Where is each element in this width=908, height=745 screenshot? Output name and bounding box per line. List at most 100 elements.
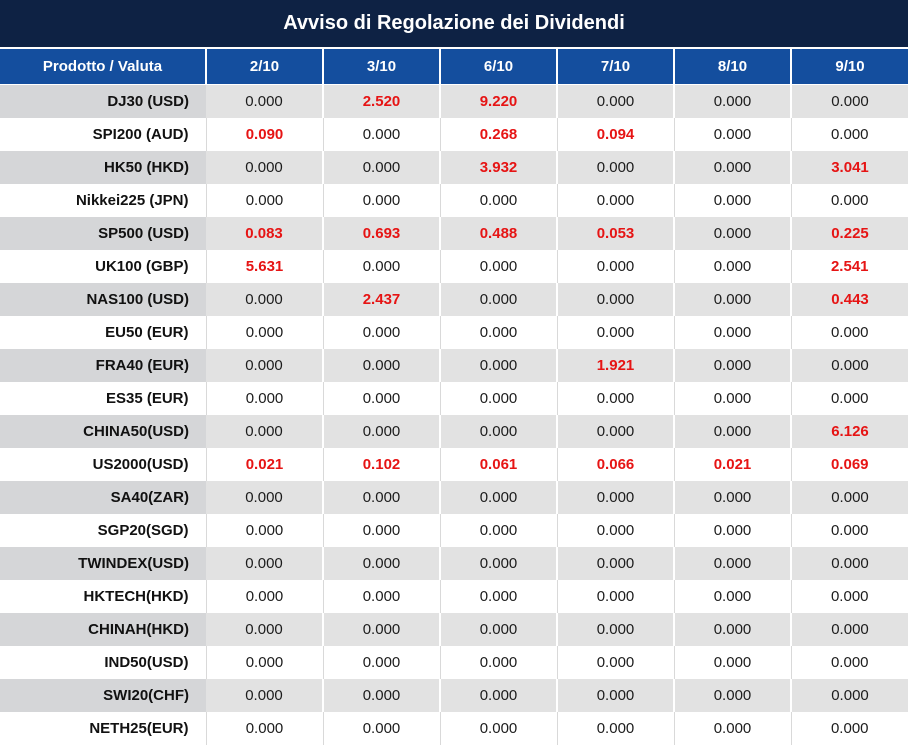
- dividend-value-cell: 0.000: [323, 118, 440, 151]
- dividend-value-cell: 0.000: [323, 646, 440, 679]
- dividend-value-cell: 0.000: [674, 283, 791, 316]
- dividend-value-cell: 0.000: [791, 184, 908, 217]
- dividend-value-cell: 0.000: [791, 481, 908, 514]
- table-row: SPI200 (AUD)0.0900.0000.2680.0940.0000.0…: [0, 118, 908, 151]
- dividend-value-cell: 1.921: [557, 349, 674, 382]
- date-column-header: 7/10: [557, 49, 674, 85]
- table-row: SP500 (USD)0.0830.6930.4880.0530.0000.22…: [0, 217, 908, 250]
- product-cell: SP500 (USD): [0, 217, 206, 250]
- dividend-value-cell: 0.000: [557, 613, 674, 646]
- dividend-value-cell: 0.000: [791, 613, 908, 646]
- dividend-value-cell: 0.000: [206, 679, 323, 712]
- dividend-value-cell: 0.000: [674, 316, 791, 349]
- dividend-value-cell: 0.000: [440, 184, 557, 217]
- dividend-value-cell: 3.932: [440, 151, 557, 184]
- dividend-value-cell: 0.000: [440, 679, 557, 712]
- dividend-value-cell: 0.021: [206, 448, 323, 481]
- dividend-value-cell: 2.541: [791, 250, 908, 283]
- dividend-value-cell: 0.000: [206, 316, 323, 349]
- dividend-value-cell: 0.000: [791, 646, 908, 679]
- table-row: TWINDEX(USD)0.0000.0000.0000.0000.0000.0…: [0, 547, 908, 580]
- dividend-value-cell: 0.000: [791, 118, 908, 151]
- dividend-value-cell: 0.000: [440, 415, 557, 448]
- product-cell: CHINAH(HKD): [0, 613, 206, 646]
- product-cell: TWINDEX(USD): [0, 547, 206, 580]
- dividend-value-cell: 9.220: [440, 85, 557, 119]
- dividend-value-cell: 0.000: [440, 250, 557, 283]
- dividend-value-cell: 0.000: [206, 580, 323, 613]
- dividend-value-cell: 0.000: [674, 580, 791, 613]
- dividend-value-cell: 0.000: [440, 316, 557, 349]
- dividend-value-cell: 0.000: [791, 349, 908, 382]
- dividend-value-cell: 0.488: [440, 217, 557, 250]
- table-row: UK100 (GBP)5.6310.0000.0000.0000.0002.54…: [0, 250, 908, 283]
- dividend-value-cell: 0.000: [557, 547, 674, 580]
- dividend-value-cell: 0.000: [557, 514, 674, 547]
- product-cell: SPI200 (AUD): [0, 118, 206, 151]
- dividend-value-cell: 0.000: [440, 613, 557, 646]
- date-column-header: 9/10: [791, 49, 908, 85]
- dividend-value-cell: 0.000: [557, 712, 674, 745]
- table-row: CHINA50(USD)0.0000.0000.0000.0000.0006.1…: [0, 415, 908, 448]
- dividend-value-cell: 0.000: [440, 283, 557, 316]
- dividend-value-cell: 0.090: [206, 118, 323, 151]
- table-header-row: Prodotto / Valuta 2/103/106/107/108/109/…: [0, 49, 908, 85]
- dividend-value-cell: 0.000: [557, 250, 674, 283]
- dividend-value-cell: 0.000: [674, 547, 791, 580]
- dividend-value-cell: 0.000: [674, 184, 791, 217]
- dividend-value-cell: 0.000: [206, 184, 323, 217]
- dividend-value-cell: 0.000: [323, 382, 440, 415]
- dividend-value-cell: 0.000: [206, 712, 323, 745]
- table-row: EU50 (EUR)0.0000.0000.0000.0000.0000.000: [0, 316, 908, 349]
- dividend-value-cell: 0.000: [206, 85, 323, 119]
- dividend-value-cell: 0.000: [674, 514, 791, 547]
- notice-title-bar: Avviso di Regolazione dei Dividendi: [0, 0, 908, 47]
- dividend-value-cell: 0.000: [440, 646, 557, 679]
- table-row: Nikkei225 (JPN)0.0000.0000.0000.0000.000…: [0, 184, 908, 217]
- product-cell: CHINA50(USD): [0, 415, 206, 448]
- dividend-value-cell: 0.000: [206, 613, 323, 646]
- dividend-value-cell: 0.000: [791, 316, 908, 349]
- dividend-value-cell: 0.000: [440, 712, 557, 745]
- product-cell: SA40(ZAR): [0, 481, 206, 514]
- dividend-value-cell: 0.000: [674, 646, 791, 679]
- dividend-value-cell: 0.021: [674, 448, 791, 481]
- table-row: SWI20(CHF)0.0000.0000.0000.0000.0000.000: [0, 679, 908, 712]
- product-cell: ES35 (EUR): [0, 382, 206, 415]
- date-column-header: 3/10: [323, 49, 440, 85]
- dividend-value-cell: 0.083: [206, 217, 323, 250]
- dividend-value-cell: 6.126: [791, 415, 908, 448]
- dividend-value-cell: 0.000: [557, 283, 674, 316]
- dividend-value-cell: 0.000: [440, 580, 557, 613]
- table-row: CHINAH(HKD)0.0000.0000.0000.0000.0000.00…: [0, 613, 908, 646]
- product-column-header: Prodotto / Valuta: [0, 49, 206, 85]
- table-row: US2000(USD)0.0210.1020.0610.0660.0210.06…: [0, 448, 908, 481]
- product-cell: NAS100 (USD): [0, 283, 206, 316]
- dividend-value-cell: 0.000: [206, 415, 323, 448]
- table-row: SGP20(SGD)0.0000.0000.0000.0000.0000.000: [0, 514, 908, 547]
- dividend-value-cell: 0.000: [674, 118, 791, 151]
- dividend-value-cell: 0.268: [440, 118, 557, 151]
- dividend-value-cell: 0.000: [323, 613, 440, 646]
- dividend-value-cell: 0.000: [557, 316, 674, 349]
- dividend-value-cell: 0.000: [440, 349, 557, 382]
- dividend-value-cell: 0.000: [674, 481, 791, 514]
- dividend-value-cell: 0.000: [323, 316, 440, 349]
- product-cell: DJ30 (USD): [0, 85, 206, 119]
- dividend-value-cell: 0.000: [323, 547, 440, 580]
- product-cell: SWI20(CHF): [0, 679, 206, 712]
- dividend-value-cell: 0.000: [206, 514, 323, 547]
- dividend-value-cell: 0.000: [557, 85, 674, 119]
- product-cell: NETH25(EUR): [0, 712, 206, 745]
- dividend-value-cell: 0.000: [206, 481, 323, 514]
- dividend-value-cell: 0.000: [323, 151, 440, 184]
- dividend-value-cell: 0.000: [323, 184, 440, 217]
- dividend-value-cell: 0.000: [323, 514, 440, 547]
- date-column-header: 2/10: [206, 49, 323, 85]
- table-row: DJ30 (USD)0.0002.5209.2200.0000.0000.000: [0, 85, 908, 119]
- dividend-value-cell: 0.000: [323, 580, 440, 613]
- dividend-value-cell: 0.000: [323, 481, 440, 514]
- dividend-value-cell: 0.000: [206, 382, 323, 415]
- dividend-value-cell: 0.000: [440, 481, 557, 514]
- dividends-table: Prodotto / Valuta 2/103/106/107/108/109/…: [0, 49, 908, 745]
